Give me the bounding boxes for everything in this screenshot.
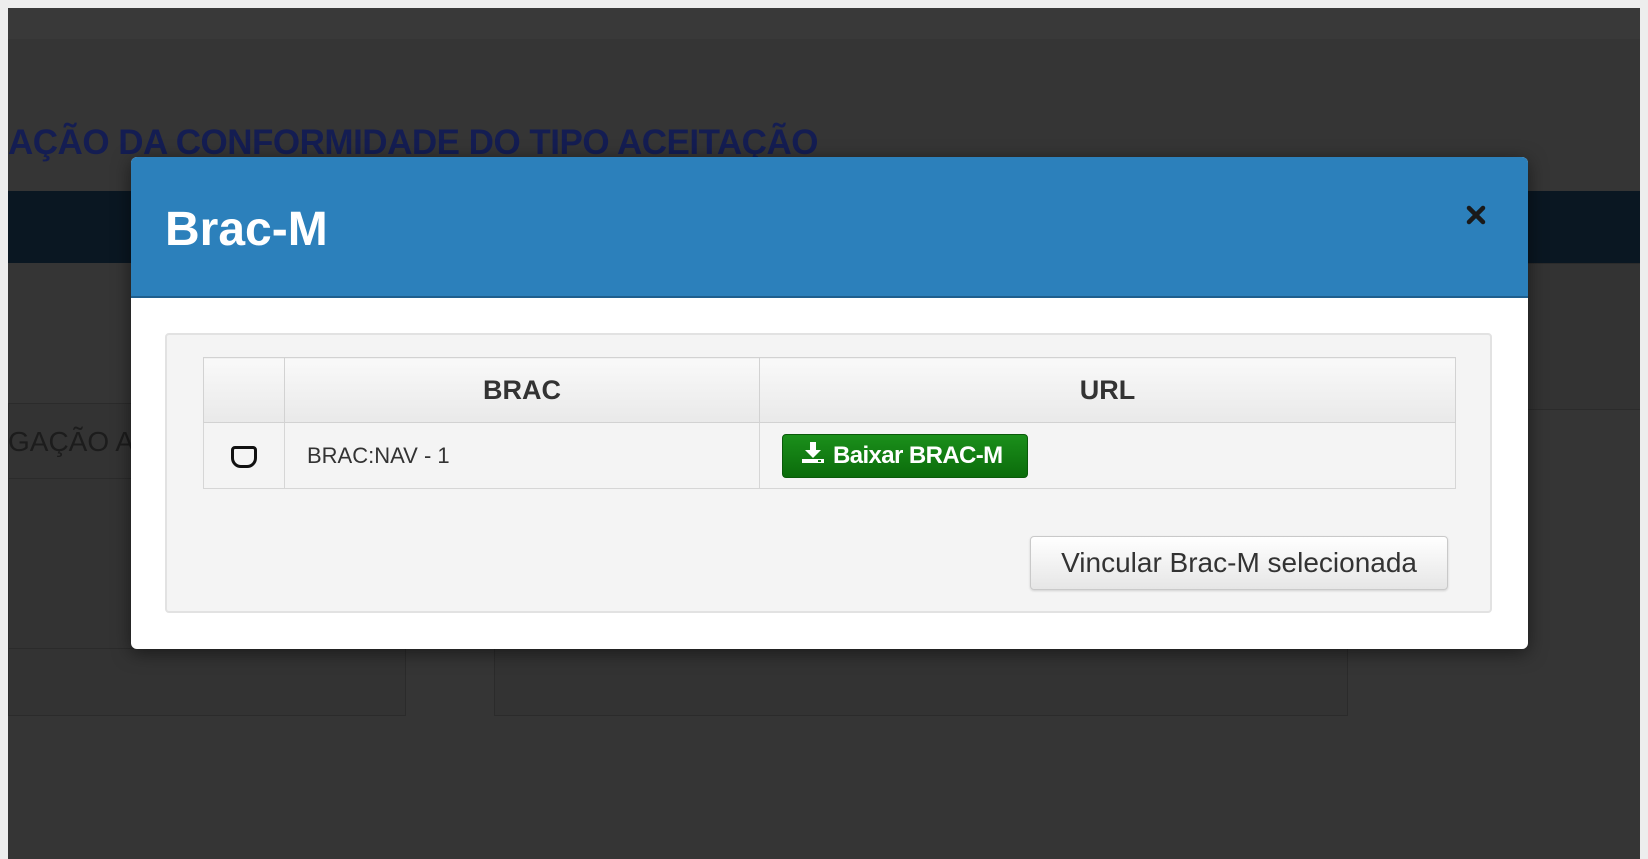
modal-body: BRAC URL BRAC:NAV - 1 Baixar BRAC-M Vinc…: [165, 333, 1492, 613]
row-select-cell: [203, 422, 285, 489]
download-brac-m-button[interactable]: Baixar BRAC-M: [782, 433, 1028, 478]
background-panel: [494, 648, 1348, 716]
table-header-row: BRAC URL: [203, 357, 1456, 423]
download-icon: [801, 440, 825, 471]
modal-header: Brac-M: [131, 157, 1528, 298]
close-icon[interactable]: [1464, 203, 1488, 227]
link-brac-m-button[interactable]: Vincular Brac-M selecionada: [1030, 536, 1448, 590]
brac-m-modal: Brac-M BRAC URL BRAC:NAV - 1 Baixar BRAC…: [131, 157, 1528, 649]
column-header-select: [203, 357, 285, 423]
background-panel: [8, 478, 150, 650]
url-cell: Baixar BRAC-M: [759, 422, 1456, 489]
column-header-brac[interactable]: BRAC: [284, 357, 760, 423]
row-select-radio[interactable]: [231, 445, 257, 468]
download-button-label: Baixar BRAC-M: [833, 441, 1003, 469]
table-row: BRAC:NAV - 1 Baixar BRAC-M: [203, 422, 1456, 489]
brac-cell: BRAC:NAV - 1: [284, 422, 760, 489]
background-panel: [8, 648, 406, 716]
column-header-url[interactable]: URL: [759, 357, 1456, 423]
background-section-label: GAÇÃO A: [8, 426, 135, 457]
brac-table: BRAC URL BRAC:NAV - 1 Baixar BRAC-M: [203, 357, 1456, 489]
top-strip: [8, 8, 1640, 39]
modal-title: Brac-M: [165, 203, 328, 256]
